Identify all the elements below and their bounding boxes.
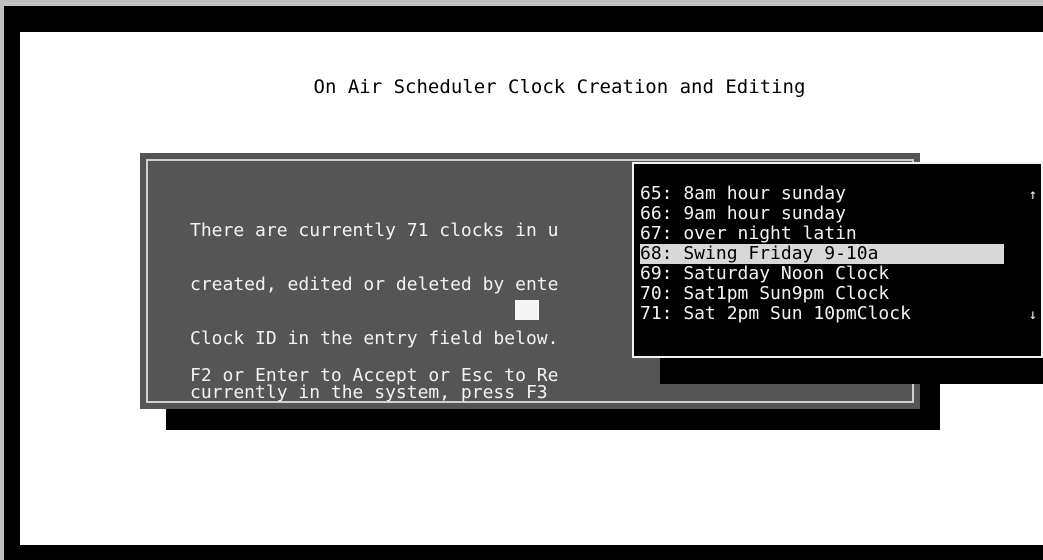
- list-item[interactable]: 65: 8am hour sunday: [640, 184, 1004, 204]
- dialog-line: created, edited or deleted by ente: [190, 274, 559, 295]
- dialog-line: Clock ID in the entry field below.: [190, 328, 559, 349]
- list-item[interactable]: 71: Sat 2pm Sun 10pmClock: [640, 304, 1004, 324]
- list-item[interactable]: 67: over night latin: [640, 224, 1004, 244]
- list-item[interactable]: 70: Sat1pm Sun9pm Clock: [640, 284, 1004, 304]
- clock-id-entry-field[interactable]: [515, 300, 539, 320]
- frame-edge-left: [0, 0, 4, 560]
- dialog-instructions: There are currently 71 clocks in u creat…: [190, 186, 558, 438]
- scroll-down-arrow-icon[interactable]: ↓: [1027, 308, 1039, 322]
- dialog-key-hint: F2 or Enter to Accept or Esc to Re: [190, 365, 559, 386]
- clock-list-popup[interactable]: 65: 8am hour sunday 66: 9am hour sunday …: [632, 162, 1043, 358]
- screen: On Air Scheduler Clock Creation and Edit…: [20, 32, 1043, 545]
- dialog-line: There are currently 71 clocks in u: [190, 220, 559, 241]
- frame-edge-top: [0, 0, 1043, 6]
- list-item[interactable]: 69: Saturday Noon Clock: [640, 264, 1004, 284]
- terminal-frame: On Air Scheduler Clock Creation and Edit…: [0, 0, 1043, 560]
- page-title: On Air Scheduler Clock Creation and Edit…: [313, 76, 806, 98]
- dialog-line: currently in the system, press F3: [190, 382, 548, 403]
- list-item-selected[interactable]: 68: Swing Friday 9-10a: [640, 244, 1004, 264]
- scroll-up-arrow-icon[interactable]: ↑: [1027, 188, 1039, 202]
- list-item[interactable]: 66: 9am hour sunday: [640, 204, 1004, 224]
